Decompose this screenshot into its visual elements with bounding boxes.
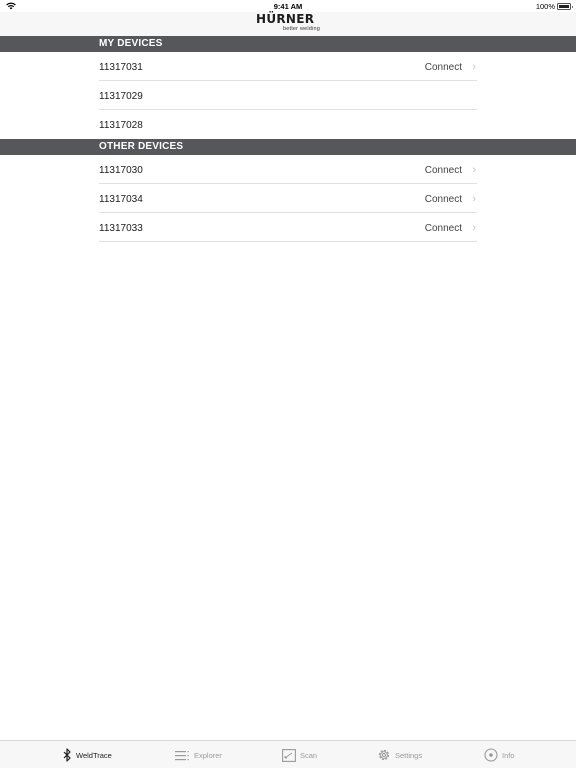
device-id: 11317033 xyxy=(99,223,143,234)
tab-label: Info xyxy=(502,750,515,760)
nav-bar: HÜRNER better welding xyxy=(0,12,576,36)
device-row-11317033[interactable]: 11317033 Connect › xyxy=(99,213,477,242)
chevron-right-icon: › xyxy=(472,222,476,234)
device-row-11317031[interactable]: 11317031 Connect › xyxy=(99,52,477,81)
tab-info[interactable]: Info xyxy=(484,741,515,768)
battery-indicator: 100% xyxy=(535,2,573,11)
device-row-11317029[interactable]: 11317029 xyxy=(99,81,477,110)
device-id: 11317028 xyxy=(99,120,143,131)
tab-label: WeldTrace xyxy=(76,750,112,760)
logo-brand: HÜRNER xyxy=(256,12,315,26)
connect-button[interactable]: Connect xyxy=(425,165,462,176)
device-id: 11317034 xyxy=(99,194,143,205)
scan-icon xyxy=(282,748,296,762)
info-icon xyxy=(484,748,498,762)
device-id: 11317031 xyxy=(99,62,143,73)
device-id: 11317029 xyxy=(99,91,143,102)
connect-button[interactable]: Connect xyxy=(425,223,462,234)
tab-explorer[interactable]: Explorer xyxy=(175,741,222,768)
connect-button[interactable]: Connect xyxy=(425,62,462,73)
chevron-right-icon: › xyxy=(472,193,476,205)
tab-label: Scan xyxy=(300,750,318,760)
tab-bar: WeldTrace Explorer Scan Settings Info xyxy=(0,740,576,768)
connect-button[interactable]: Connect xyxy=(425,194,462,205)
device-row-11317030[interactable]: 11317030 Connect › xyxy=(99,155,477,184)
chevron-right-icon: › xyxy=(472,61,476,73)
tab-label: Explorer xyxy=(194,750,222,760)
battery-percent: 100% xyxy=(535,2,555,11)
hurner-logo: HÜRNER better welding xyxy=(256,13,326,35)
tab-settings[interactable]: Settings xyxy=(377,741,422,768)
chevron-right-icon: › xyxy=(472,164,476,176)
device-row-11317034[interactable]: 11317034 Connect › xyxy=(99,184,477,213)
list-icon xyxy=(175,750,189,760)
battery-icon xyxy=(557,3,573,10)
tab-scan[interactable]: Scan xyxy=(282,741,317,768)
device-row-11317028[interactable]: 11317028 xyxy=(99,110,477,139)
gear-icon xyxy=(378,749,390,761)
tab-weldtrace[interactable]: WeldTrace xyxy=(62,741,112,768)
tab-label: Settings xyxy=(395,750,423,760)
status-time: 9:41 AM xyxy=(273,2,303,11)
section-header-my-devices: MY DEVICES xyxy=(0,36,576,52)
bluetooth-icon xyxy=(63,748,71,762)
section-header-other-devices: OTHER DEVICES xyxy=(0,139,576,155)
logo-tagline: better welding xyxy=(282,26,320,32)
device-id: 11317030 xyxy=(99,165,143,176)
status-bar: 9:41 AM 100% xyxy=(0,0,576,12)
